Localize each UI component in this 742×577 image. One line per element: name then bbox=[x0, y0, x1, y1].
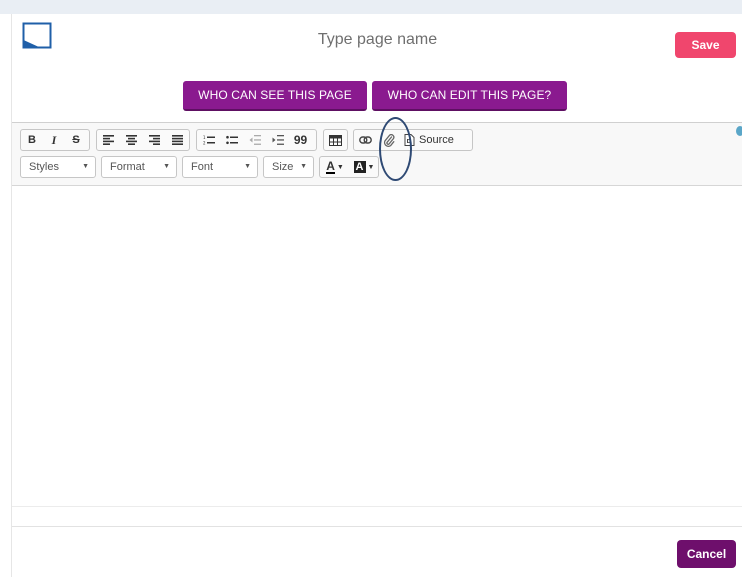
page-editor-frame: Save WHO CAN SEE THIS PAGE WHO CAN EDIT … bbox=[11, 14, 742, 577]
text-color-label: A bbox=[326, 159, 335, 174]
blockquote-button[interactable]: 99 bbox=[289, 130, 312, 150]
align-right-icon[interactable] bbox=[143, 130, 166, 150]
editor-status-bar bbox=[12, 506, 742, 528]
chevron-down-icon: ▼ bbox=[163, 163, 170, 170]
scroll-indicator[interactable] bbox=[736, 126, 742, 136]
chevron-down-icon: ▼ bbox=[300, 163, 307, 170]
indent-icon[interactable] bbox=[266, 130, 289, 150]
alignment-group bbox=[96, 129, 190, 151]
size-dropdown[interactable]: Size ▼ bbox=[263, 156, 314, 178]
chevron-down-icon: ▼ bbox=[336, 163, 344, 171]
outdent-icon[interactable] bbox=[243, 130, 266, 150]
size-dropdown-label: Size bbox=[272, 161, 294, 173]
cancel-button[interactable]: Cancel bbox=[677, 540, 736, 568]
italic-button[interactable]: I bbox=[43, 130, 65, 150]
styles-dropdown-label: Styles bbox=[29, 161, 59, 173]
chevron-down-icon: ▼ bbox=[244, 163, 251, 170]
bullet-list-icon[interactable] bbox=[220, 130, 243, 150]
link-icon[interactable] bbox=[354, 130, 377, 150]
top-strip bbox=[0, 0, 742, 14]
save-button[interactable]: Save bbox=[675, 32, 736, 58]
rich-text-editor: B I S 1 2 99 D Source Styles ▼ Format ▼ … bbox=[12, 122, 742, 528]
chevron-down-icon: ▼ bbox=[367, 163, 375, 171]
lists-group: 12 99 bbox=[196, 129, 317, 151]
svg-text:1: 1 bbox=[203, 135, 206, 140]
justify-icon[interactable] bbox=[166, 130, 189, 150]
strikethrough-button[interactable]: S bbox=[65, 130, 87, 150]
text-color-button[interactable]: A ▼ bbox=[320, 157, 350, 177]
who-can-edit-button[interactable]: WHO CAN EDIT THIS PAGE? bbox=[372, 81, 567, 111]
basic-styles-group: B I S bbox=[20, 129, 90, 151]
numbered-list-icon[interactable]: 12 bbox=[197, 130, 220, 150]
bold-button[interactable]: B bbox=[21, 130, 43, 150]
svg-text:2: 2 bbox=[203, 141, 206, 146]
format-dropdown[interactable]: Format ▼ bbox=[101, 156, 177, 178]
editor-toolbar: B I S 1 2 99 D Source Styles ▼ Format ▼ … bbox=[12, 123, 742, 186]
chevron-down-icon: ▼ bbox=[82, 163, 89, 170]
page-name-input[interactable] bbox=[12, 31, 742, 49]
bg-color-button[interactable]: A ▼ bbox=[350, 157, 378, 177]
bg-color-label: A bbox=[353, 161, 366, 173]
footer-divider bbox=[12, 526, 742, 527]
insert-group: D Source bbox=[353, 129, 473, 151]
align-left-icon[interactable] bbox=[97, 130, 120, 150]
colors-group: A ▼ A ▼ bbox=[319, 156, 379, 178]
format-dropdown-label: Format bbox=[110, 161, 145, 173]
editor-content-area[interactable] bbox=[12, 187, 742, 505]
table-group bbox=[323, 129, 348, 151]
source-label: Source bbox=[419, 134, 454, 146]
table-icon[interactable] bbox=[324, 130, 347, 150]
who-can-see-button[interactable]: WHO CAN SEE THIS PAGE bbox=[183, 81, 367, 111]
font-dropdown-label: Font bbox=[191, 161, 214, 173]
attachment-highlight-oval bbox=[379, 117, 412, 181]
align-center-icon[interactable] bbox=[120, 130, 143, 150]
font-dropdown[interactable]: Font ▼ bbox=[182, 156, 258, 178]
styles-dropdown[interactable]: Styles ▼ bbox=[20, 156, 96, 178]
